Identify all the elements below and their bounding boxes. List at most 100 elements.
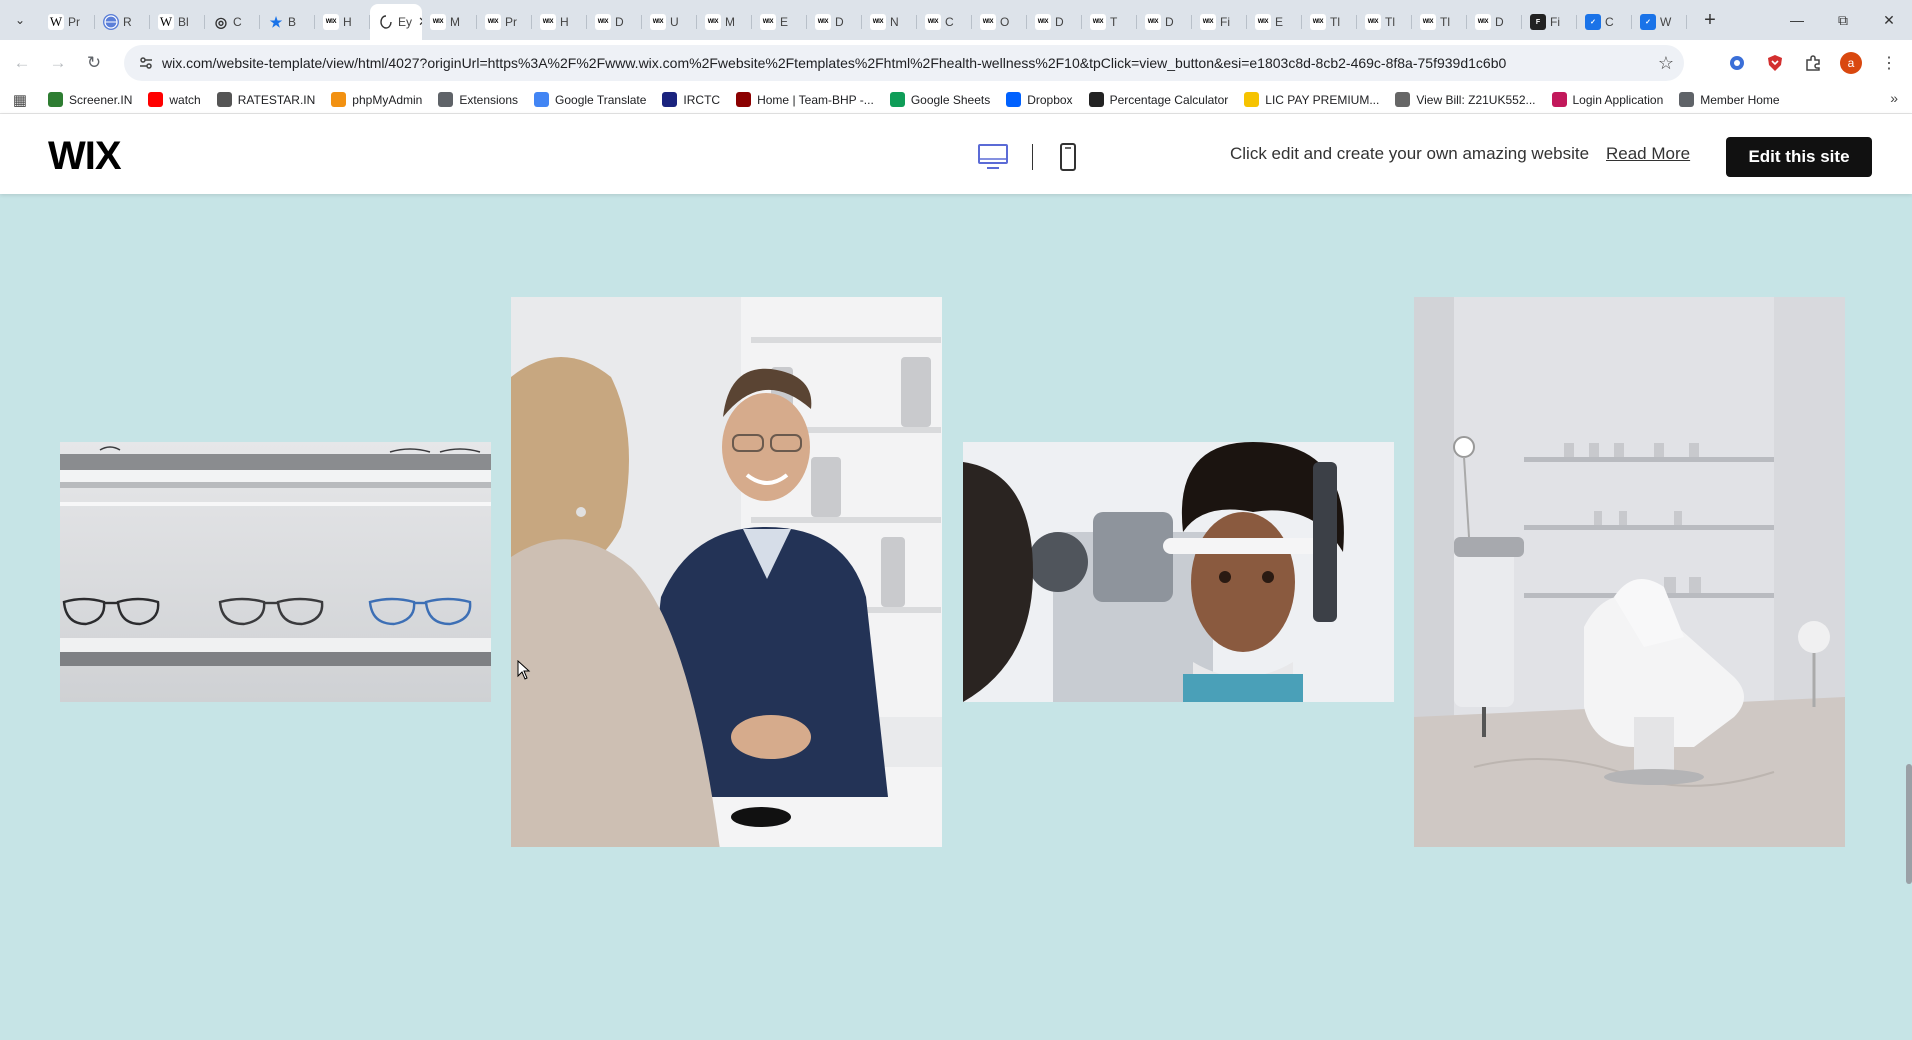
extension-shield-icon[interactable]	[1758, 46, 1792, 80]
wix-icon: WIX	[650, 14, 666, 30]
extensions-area: a ⋮	[1720, 45, 1906, 81]
arrow-right-icon: →	[49, 53, 67, 72]
browser-menu-button[interactable]: ⋮	[1872, 46, 1906, 80]
tab-label: D	[835, 15, 844, 29]
bookmark-item[interactable]: Percentage Calculator	[1081, 87, 1237, 113]
tab[interactable]: WIX N	[862, 6, 917, 38]
bookmark-item[interactable]: Home | Team-BHP -...	[728, 87, 882, 113]
bookmark-item[interactable]: watch	[140, 87, 208, 113]
page-scrollbar-thumb[interactable]	[1906, 764, 1912, 884]
mobile-view-button[interactable]	[1056, 142, 1080, 172]
reload-icon: ↻	[86, 53, 102, 72]
tab[interactable]: F Fi	[1522, 6, 1577, 38]
tab[interactable]: W Pr	[40, 6, 95, 38]
minimize-icon: —	[1790, 12, 1804, 28]
tab-label: D	[615, 15, 624, 29]
tab[interactable]: WIX C	[917, 6, 972, 38]
bookmark-item[interactable]: Extensions	[430, 87, 526, 113]
edit-this-site-button[interactable]: Edit this site	[1726, 137, 1872, 177]
bookmark-item[interactable]: IRCTC	[654, 87, 728, 113]
tab[interactable]: ✓ C	[1577, 6, 1632, 38]
teambhp-icon	[736, 92, 752, 107]
tab[interactable]: WIX M	[697, 6, 752, 38]
new-tab-button[interactable]: +	[1695, 5, 1725, 35]
profile-avatar[interactable]: a	[1834, 46, 1868, 80]
bookmark-item[interactable]: Google Sheets	[882, 87, 998, 113]
forward-button[interactable]: →	[40, 45, 76, 81]
tab-search-button[interactable]: ⌄	[0, 0, 40, 40]
bookmark-item[interactable]: LIC PAY PREMIUM...	[1236, 87, 1387, 113]
site-info-icon[interactable]	[130, 55, 162, 71]
tab[interactable]: WIX T	[1082, 6, 1137, 38]
tab[interactable]: WIX Fi	[1192, 6, 1247, 38]
tab[interactable]: WIX D	[1467, 6, 1522, 38]
more-bookmarks-icon[interactable]: »	[1890, 90, 1898, 106]
url-text[interactable]: wix.com/website-template/view/html/4027?…	[162, 55, 1648, 71]
tab-label: Tl	[1440, 15, 1450, 29]
bookmark-item[interactable]: Screener.IN	[40, 87, 140, 113]
irctc-icon	[662, 92, 678, 107]
tab[interactable]: WIX E	[1247, 6, 1302, 38]
wix-icon: WIX	[540, 14, 556, 30]
tab[interactable]: ★ B	[260, 6, 315, 38]
tab[interactable]: WIX D	[807, 6, 862, 38]
tab[interactable]: R	[95, 6, 150, 38]
tab[interactable]: WIX U	[642, 6, 697, 38]
bookmark-item[interactable]: Google Translate	[526, 87, 654, 113]
bookmark-label: Percentage Calculator	[1109, 92, 1229, 107]
close-window-button[interactable]: ✕	[1866, 0, 1912, 40]
bookmark-item[interactable]: phpMyAdmin	[323, 87, 430, 113]
bookmark-item[interactable]: View Bill: Z21UK552...	[1387, 87, 1543, 113]
translate-icon	[534, 92, 550, 107]
bookmark-label: Screener.IN	[69, 92, 133, 107]
eye-exam-photo	[963, 442, 1394, 702]
tab[interactable]: WIX M	[422, 6, 477, 38]
puzzle-icon	[438, 92, 454, 107]
star-icon: ★	[269, 13, 283, 30]
plus-icon: +	[1704, 8, 1716, 31]
bookmark-label: IRCTC	[683, 92, 721, 107]
extensions-puzzle-icon[interactable]	[1796, 46, 1830, 80]
address-bar[interactable]: wix.com/website-template/view/html/4027?…	[124, 45, 1684, 81]
tab[interactable]: WIX H	[532, 6, 587, 38]
tab[interactable]: WIX Tl	[1302, 6, 1357, 38]
bookmark-item[interactable]: Dropbox	[998, 87, 1080, 113]
back-button[interactable]: ←	[4, 45, 40, 81]
tab[interactable]: WIX E	[752, 6, 807, 38]
bookmark-item[interactable]: Member Home	[1671, 87, 1787, 113]
wix-logo[interactable]: WIX	[48, 134, 122, 179]
reload-button[interactable]: ↻	[76, 45, 112, 81]
tab-label: D	[1055, 15, 1064, 29]
minimize-button[interactable]: —	[1774, 0, 1820, 40]
tab-active[interactable]: Ey✕	[370, 4, 422, 40]
restore-button[interactable]: ⧉	[1820, 0, 1866, 40]
wix-icon: WIX	[925, 14, 941, 30]
bookmark-label: Member Home	[1700, 92, 1780, 107]
tab[interactable]: WIX D	[587, 6, 642, 38]
desktop-view-button[interactable]	[976, 142, 1010, 172]
wix-icon: WIX	[485, 14, 501, 30]
read-more-link[interactable]: Read More	[1606, 144, 1690, 164]
wix-icon: WIX	[705, 14, 721, 30]
bookmark-label: Google Sheets	[910, 92, 991, 107]
tab[interactable]: WIX Tl	[1412, 6, 1467, 38]
tab-label: Tl	[1385, 15, 1395, 29]
bookmark-item[interactable]: Login Application	[1544, 87, 1672, 113]
extension-globe-icon[interactable]	[1720, 46, 1754, 80]
tab[interactable]: WIX D	[1027, 6, 1082, 38]
apps-grid-icon[interactable]: ▦	[0, 91, 40, 109]
tab[interactable]: WIX Tl	[1357, 6, 1412, 38]
bookmark-star-icon[interactable]: ☆	[1648, 53, 1684, 74]
tab[interactable]: WIX Pr	[477, 6, 532, 38]
phpmyadmin-icon	[331, 92, 347, 107]
tab[interactable]: W Bl	[150, 6, 205, 38]
tab[interactable]: ✓ W	[1632, 6, 1687, 38]
tab[interactable]: WIX H	[315, 6, 370, 38]
desktop-icon	[978, 144, 1008, 169]
window-controls: — ⧉ ✕	[1774, 0, 1912, 40]
bookmark-item[interactable]: RATESTAR.IN	[209, 87, 324, 113]
tab[interactable]: WIX D	[1137, 6, 1192, 38]
tab[interactable]: ◎ C	[205, 6, 260, 38]
tab[interactable]: WIX O	[972, 6, 1027, 38]
tab-label: Bl	[178, 15, 189, 29]
